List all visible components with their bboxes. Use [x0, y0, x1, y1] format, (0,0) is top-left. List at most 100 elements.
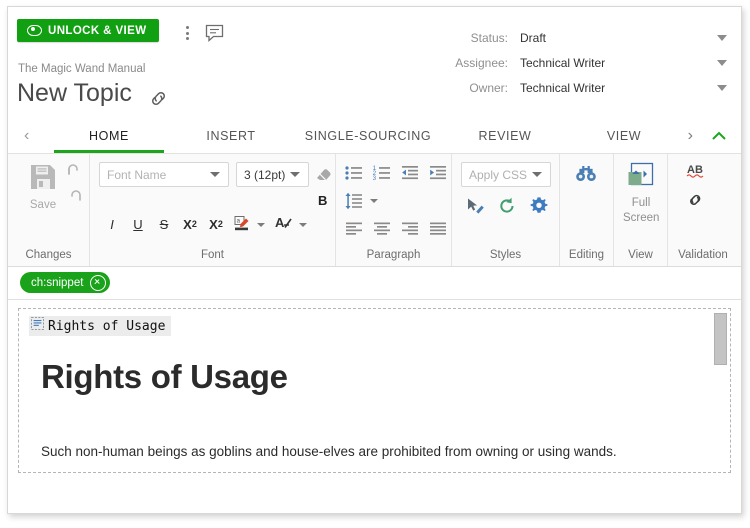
- full-screen-label-line1: Full: [631, 197, 651, 209]
- paragraph-block-icon: [31, 317, 44, 335]
- eraser-icon[interactable]: [315, 166, 333, 188]
- subscript-button[interactable]: X2: [177, 212, 203, 236]
- group-label-font: Font: [200, 249, 224, 261]
- vertical-scrollbar-thumb[interactable]: [714, 313, 727, 365]
- application-window: UNLOCK & VIEW The Magic Wand Manual New …: [7, 6, 742, 514]
- owner-value[interactable]: Technical Writer: [520, 81, 717, 95]
- increase-indent-icon[interactable]: [426, 162, 450, 184]
- align-right-icon[interactable]: [398, 218, 422, 240]
- document-paragraph: Such non-human beings as goblins and hou…: [41, 444, 617, 459]
- breadcrumb[interactable]: The Magic Wand Manual: [18, 63, 145, 75]
- text-highlight-icon[interactable]: a: [229, 212, 255, 236]
- snippet-chip[interactable]: ch:snippet: [20, 272, 111, 293]
- ribbon-tab-bar: ‹ HOME INSERT SINGLE-SOURCING REVIEW VIE…: [8, 119, 741, 154]
- snippet-chip-label: ch:snippet: [31, 276, 84, 289]
- status-label: Status:: [470, 30, 508, 45]
- refresh-styles-icon[interactable]: [498, 197, 516, 215]
- owner-dropdown-caret-icon[interactable]: [717, 84, 727, 91]
- subscript-sup: 2: [191, 219, 197, 229]
- underline-button[interactable]: U: [125, 212, 151, 236]
- chevron-down-icon: [210, 172, 220, 177]
- metadata-row-owner: Owner: Technical Writer: [430, 75, 735, 100]
- block-tag-text: Rights of Usage: [48, 318, 166, 334]
- chevron-down-icon: [290, 172, 300, 177]
- save-label: Save: [29, 199, 57, 211]
- kebab-menu-icon[interactable]: [180, 26, 194, 42]
- tab-home[interactable]: HOME: [48, 119, 170, 153]
- font-name-select[interactable]: Font Name: [99, 162, 229, 187]
- assignee-value[interactable]: Technical Writer: [520, 56, 717, 70]
- align-center-icon[interactable]: [370, 218, 394, 240]
- redo-icon[interactable]: [66, 189, 83, 209]
- apply-css-select[interactable]: Apply CSS: [461, 162, 551, 187]
- strikethrough-button[interactable]: S: [151, 212, 177, 236]
- status-value[interactable]: Draft: [520, 31, 717, 45]
- snippet-bar: ch:snippet: [8, 267, 741, 300]
- comment-icon[interactable]: [205, 24, 225, 42]
- tab-review[interactable]: REVIEW: [444, 119, 566, 153]
- chevron-left-icon[interactable]: ‹: [24, 128, 29, 144]
- unlock-and-view-button[interactable]: UNLOCK & VIEW: [17, 19, 160, 42]
- chevron-right-icon[interactable]: ›: [688, 128, 693, 144]
- spellcheck-icon[interactable]: AB: [686, 162, 712, 185]
- status-dropdown-caret-icon[interactable]: [717, 34, 727, 41]
- svg-text:A: A: [275, 215, 285, 230]
- save-button[interactable]: Save: [22, 162, 64, 211]
- group-label-paragraph: Paragraph: [366, 249, 421, 261]
- topic-header: UNLOCK & VIEW The Magic Wand Manual New …: [8, 7, 741, 119]
- format-painter-icon[interactable]: [466, 197, 485, 216]
- line-spacing-icon[interactable]: [342, 190, 366, 212]
- unlock-button-label: UNLOCK & VIEW: [48, 24, 147, 37]
- ribbon-group-font: Font Name 3 (12pt) B I U S X 2 X 2 a A F…: [90, 154, 336, 266]
- paragraph-spacing-row: [342, 190, 384, 212]
- tab-view[interactable]: VIEW: [566, 119, 682, 153]
- ribbon-group-validation: AB Validation: [668, 154, 738, 266]
- font-size-select[interactable]: 3 (12pt): [236, 162, 309, 187]
- group-label-styles: Styles: [489, 249, 522, 261]
- font-color-icon[interactable]: A: [271, 212, 297, 236]
- metadata-row-assignee: Assignee: Technical Writer: [430, 50, 735, 75]
- editable-region[interactable]: Rights of Usage Rights of Usage Such non…: [18, 308, 731, 473]
- group-label-view: View: [628, 249, 653, 261]
- align-left-icon[interactable]: [342, 218, 366, 240]
- group-label-editing: Editing: [568, 249, 605, 261]
- full-screen-icon: [628, 162, 654, 186]
- font-format-row: I U S X2 X2 a A: [99, 212, 313, 236]
- link-icon[interactable]: [149, 89, 168, 113]
- apply-css-value: Apply CSS: [469, 167, 528, 182]
- metadata-row-status: Status: Draft: [430, 25, 735, 50]
- numbered-list-icon[interactable]: 123: [370, 162, 394, 184]
- full-screen-label-line2: Screen: [623, 212, 660, 224]
- block-tag[interactable]: Rights of Usage: [29, 316, 172, 336]
- superscript-base: X: [209, 216, 218, 232]
- assignee-label: Assignee:: [455, 55, 508, 70]
- font-name-value: Font Name: [107, 167, 167, 182]
- binoculars-icon[interactable]: [575, 164, 597, 189]
- bullet-list-icon[interactable]: [342, 162, 366, 184]
- font-size-value: 3 (12pt): [244, 167, 286, 182]
- chevron-up-icon[interactable]: [711, 129, 727, 147]
- italic-button[interactable]: I: [99, 212, 125, 236]
- highlight-dropdown-caret-icon[interactable]: [257, 223, 265, 227]
- ribbon-group-paragraph: 123 Paragraph: [336, 154, 452, 266]
- close-icon[interactable]: [90, 274, 107, 291]
- tab-insert[interactable]: INSERT: [170, 119, 292, 153]
- tab-single-sourcing[interactable]: SINGLE-SOURCING: [292, 119, 444, 153]
- undo-icon[interactable]: [66, 163, 83, 183]
- ribbon-group-changes: Save Changes: [8, 154, 90, 266]
- ribbon-group-view: Full Screen View: [614, 154, 668, 266]
- assignee-dropdown-caret-icon[interactable]: [717, 59, 727, 66]
- styles-icon-row: [466, 196, 549, 216]
- broken-link-icon[interactable]: [686, 190, 708, 215]
- decrease-indent-icon[interactable]: [398, 162, 422, 184]
- font-color-dropdown-caret-icon[interactable]: [299, 223, 307, 227]
- full-screen-button[interactable]: Full Screen: [623, 160, 659, 225]
- align-justify-icon[interactable]: [426, 218, 450, 240]
- svg-text:3: 3: [373, 175, 377, 182]
- bold-button[interactable]: B: [318, 193, 327, 208]
- paragraph-align-row: [342, 218, 450, 240]
- superscript-button[interactable]: X2: [203, 212, 229, 236]
- page-title: New Topic: [17, 79, 132, 107]
- gear-icon[interactable]: [529, 196, 549, 216]
- line-spacing-dropdown-caret-icon[interactable]: [370, 199, 378, 203]
